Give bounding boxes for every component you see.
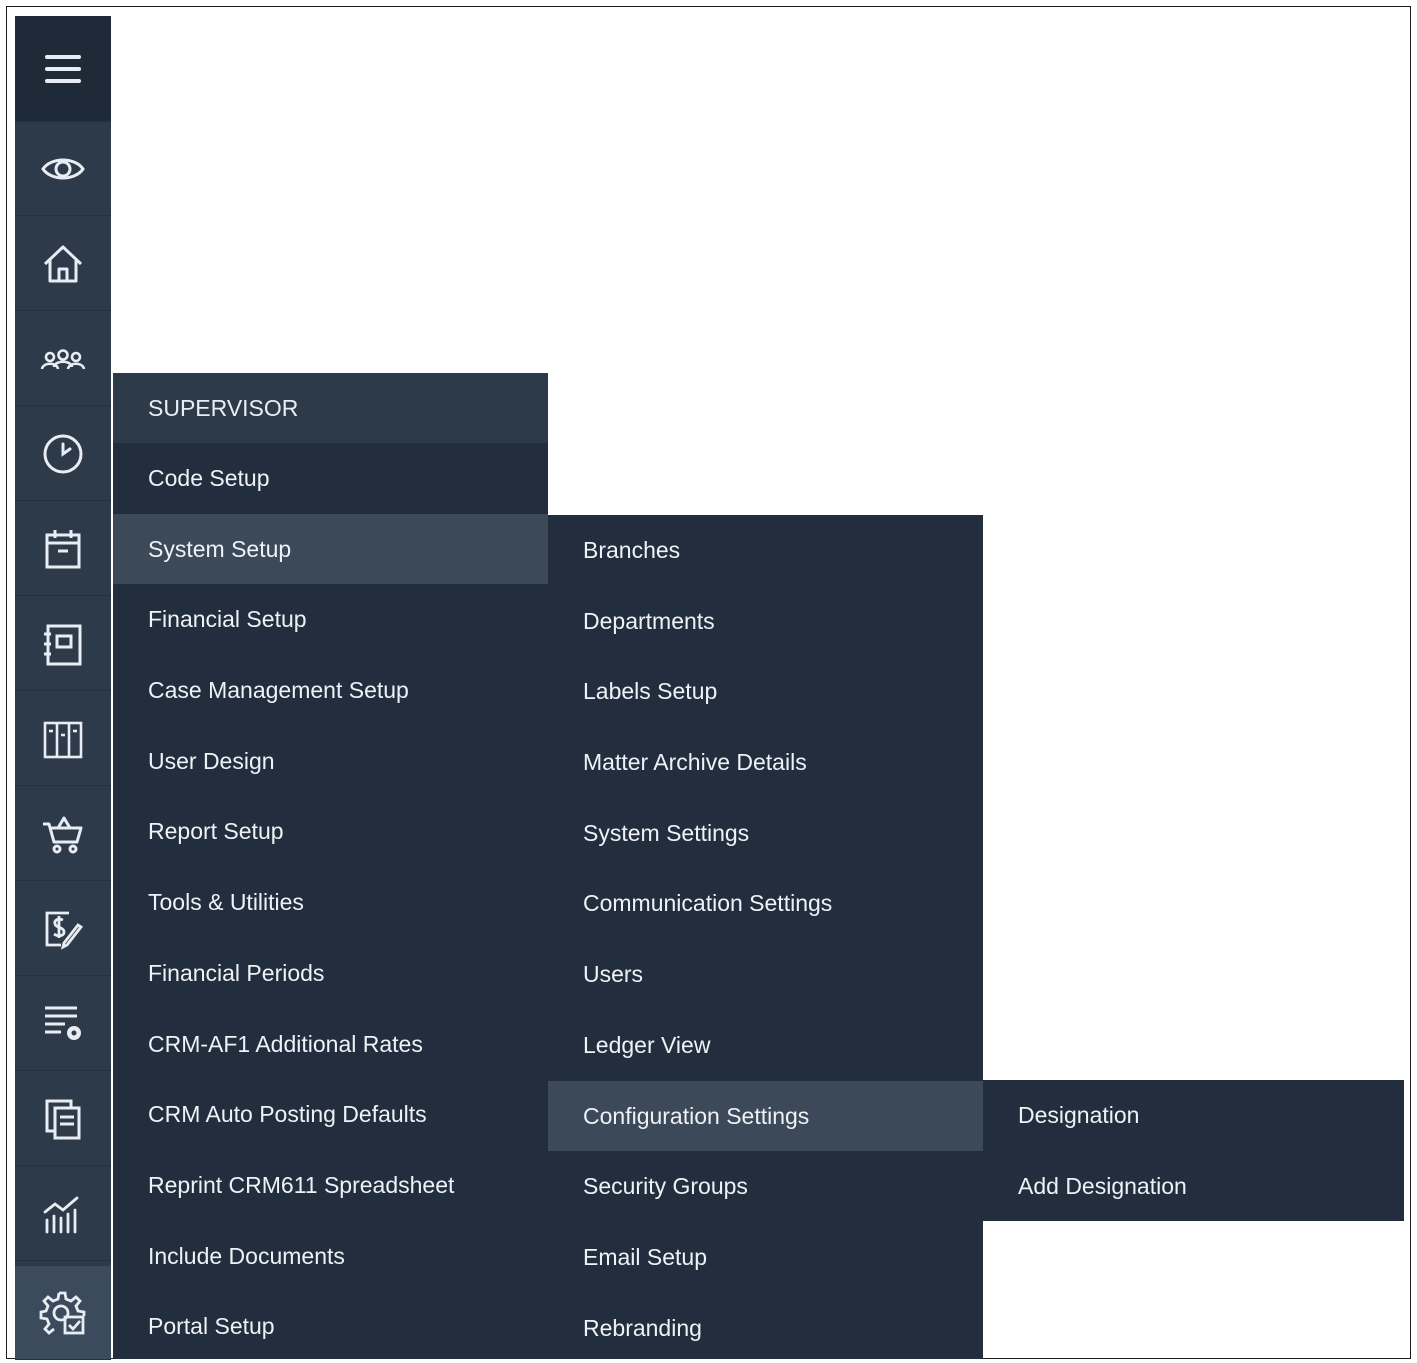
menu-item-crm-auto-posting[interactable]: CRM Auto Posting Defaults xyxy=(113,1079,548,1150)
menu-item-designation[interactable]: Designation xyxy=(983,1080,1404,1151)
rail-item-overview[interactable] xyxy=(15,122,111,216)
menu-item-report-setup[interactable]: Report Setup xyxy=(113,796,548,867)
rail-item-users[interactable] xyxy=(15,312,111,406)
rail-item-supervisor[interactable] xyxy=(15,1266,111,1360)
rail-item-list-settings[interactable] xyxy=(15,977,111,1071)
notebook-icon xyxy=(44,624,82,665)
menu-item-configuration-settings[interactable]: Configuration Settings xyxy=(548,1080,983,1152)
menu-item-system-setup[interactable]: System Setup xyxy=(113,513,548,585)
rail-item-documents[interactable] xyxy=(15,1072,111,1166)
rail-item-billing[interactable] xyxy=(15,882,111,976)
menu-item-reprint-crm611[interactable]: Reprint CRM611 Spreadsheet xyxy=(113,1150,548,1221)
menu-item-code-setup[interactable]: Code Setup xyxy=(113,443,548,514)
menu-item-financial-periods[interactable]: Financial Periods xyxy=(113,938,548,1009)
users-icon xyxy=(40,348,86,369)
menu-item-departments[interactable]: Departments xyxy=(548,586,983,657)
menu-item-include-documents[interactable]: Include Documents xyxy=(113,1221,548,1292)
calendar-icon xyxy=(45,529,81,568)
menu-item-matter-archive-details[interactable]: Matter Archive Details xyxy=(548,727,983,798)
rail-item-time[interactable] xyxy=(15,407,111,501)
menu-item-add-designation[interactable]: Add Designation xyxy=(983,1151,1404,1222)
menu-item-communication-settings[interactable]: Communication Settings xyxy=(548,868,983,939)
supervisor-settings-icon xyxy=(39,1291,86,1335)
eye-icon xyxy=(41,158,85,179)
menu-item-user-design[interactable]: User Design xyxy=(113,726,548,797)
menu-item-security-groups[interactable]: Security Groups xyxy=(548,1151,983,1222)
library-icon xyxy=(43,721,83,758)
hamburger-menu-icon xyxy=(45,54,81,83)
list-settings-icon xyxy=(45,1006,81,1040)
menu-item-branches[interactable]: Branches xyxy=(548,515,983,586)
rail-item-calendar[interactable] xyxy=(15,502,111,596)
menu-item-ledger-view[interactable]: Ledger View xyxy=(548,1010,983,1081)
chart-icon xyxy=(43,1196,79,1233)
menu-item-crm-af1-rates[interactable]: CRM-AF1 Additional Rates xyxy=(113,1009,548,1080)
rail-item-cart[interactable] xyxy=(15,787,111,881)
supervisor-menu: SUPERVISOR Code Setup System Setup Finan… xyxy=(113,373,548,1359)
menu-item-case-management-setup[interactable]: Case Management Setup xyxy=(113,655,548,726)
menu-item-financial-setup[interactable]: Financial Setup xyxy=(113,584,548,655)
menu-item-system-settings[interactable]: System Settings xyxy=(548,798,983,869)
menu-item-users[interactable]: Users xyxy=(548,939,983,1010)
rail-item-notebook[interactable] xyxy=(15,597,111,691)
hamburger-menu-button[interactable] xyxy=(15,16,111,122)
menu-item-portal-setup[interactable]: Portal Setup xyxy=(113,1291,548,1362)
menu-item-labels-setup[interactable]: Labels Setup xyxy=(548,656,983,727)
billing-icon xyxy=(45,911,84,950)
rail-item-home[interactable] xyxy=(15,217,111,311)
icon-rail xyxy=(15,16,111,1360)
clock-icon xyxy=(43,434,83,473)
cart-icon xyxy=(43,816,83,853)
documents-icon xyxy=(45,1099,81,1139)
menu-item-tools-utilities[interactable]: Tools & Utilities xyxy=(113,867,548,938)
rail-item-library[interactable] xyxy=(15,692,111,786)
menu-item-email-setup[interactable]: Email Setup xyxy=(548,1222,983,1293)
menu-item-rebranding[interactable]: Rebranding xyxy=(548,1293,983,1363)
menu-header: SUPERVISOR xyxy=(113,373,548,443)
configuration-settings-submenu: Designation Add Designation xyxy=(983,1080,1404,1221)
system-setup-submenu: Branches Departments Labels Setup Matter… xyxy=(548,515,983,1359)
home-icon xyxy=(43,245,83,282)
rail-item-reports[interactable] xyxy=(15,1167,111,1261)
